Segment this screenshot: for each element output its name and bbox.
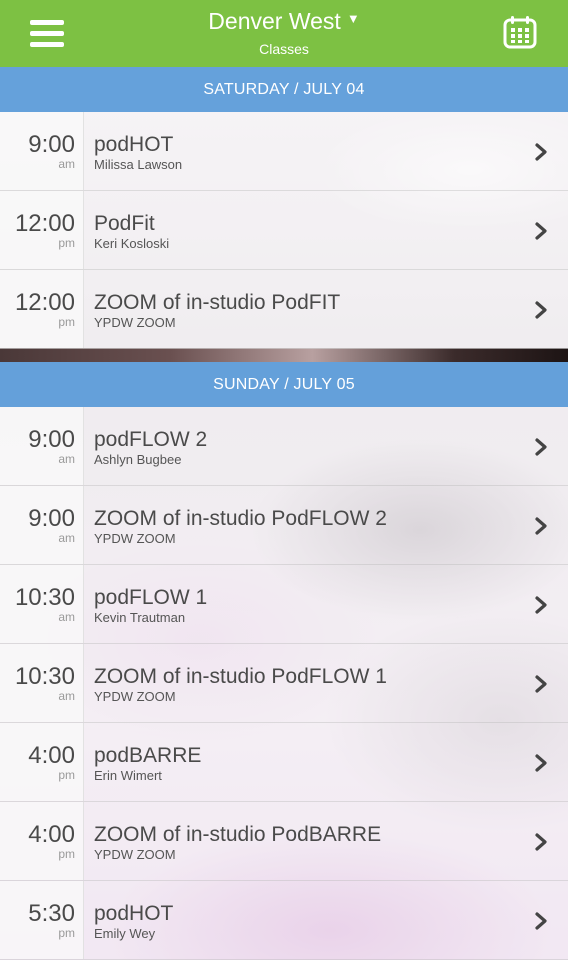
background-photo-strip — [0, 348, 568, 362]
class-time: 9:00 — [28, 426, 75, 453]
class-instructor: Emily Wey — [94, 926, 156, 941]
class-info: ZOOM of in-studio PodFLOW 1 YPDW ZOOM — [84, 644, 568, 722]
class-name: ZOOM of in-studio PodBARRE — [94, 823, 382, 846]
class-info: PodFit Keri Kosloski — [84, 191, 568, 269]
chevron-right-icon — [535, 833, 547, 851]
class-ampm: am — [58, 452, 75, 466]
class-time: 4:00 — [28, 821, 75, 848]
class-name: ZOOM of in-studio PodFLOW 1 — [94, 665, 387, 688]
class-row[interactable]: 10:30 am ZOOM of in-studio PodFLOW 1 YPD… — [0, 644, 568, 723]
class-instructor: Milissa Lawson — [94, 157, 183, 172]
time-column: 12:00 pm — [0, 270, 84, 348]
class-instructor: Ashlyn Bugbee — [94, 452, 182, 467]
location-selector[interactable]: Denver West ▼ — [0, 5, 568, 35]
class-instructor: Erin Wimert — [94, 768, 162, 783]
class-info: podFLOW 1 Kevin Trautman — [84, 565, 568, 643]
class-time: 10:30 — [14, 584, 75, 611]
class-row[interactable]: 9:00 am podHOT Milissa Lawson — [0, 112, 568, 191]
class-name: ZOOM of in-studio PodFIT — [94, 291, 341, 314]
time-column: 10:30 am — [0, 644, 84, 722]
class-time: 4:00 — [28, 742, 75, 769]
time-column: 4:00 pm — [0, 723, 84, 801]
class-name: ZOOM of in-studio PodFLOW 2 — [94, 507, 387, 530]
class-info: podFLOW 2 Ashlyn Bugbee — [84, 407, 568, 485]
class-instructor: Keri Kosloski — [94, 236, 170, 251]
class-ampm: pm — [58, 768, 75, 782]
time-column: 9:00 am — [0, 407, 84, 485]
class-info: ZOOM of in-studio PodFLOW 2 YPDW ZOOM — [84, 486, 568, 564]
class-ampm: am — [58, 610, 75, 624]
class-instructor: YPDW ZOOM — [94, 531, 176, 546]
class-info: ZOOM of in-studio PodFIT YPDW ZOOM — [84, 270, 568, 348]
class-time: 12:00 — [14, 289, 75, 316]
page-subtitle: Classes — [259, 41, 309, 57]
chevron-right-icon — [535, 596, 547, 614]
chevron-right-icon — [535, 754, 547, 772]
class-row[interactable]: 12:00 pm PodFit Keri Kosloski — [0, 191, 568, 270]
class-time: 5:30 — [28, 900, 75, 927]
class-instructor: YPDW ZOOM — [94, 847, 176, 862]
class-name: podBARRE — [94, 744, 202, 767]
class-ampm: am — [58, 689, 75, 703]
class-name: PodFit — [94, 212, 155, 235]
class-ampm: pm — [58, 315, 75, 329]
class-name: podFLOW 1 — [94, 586, 208, 609]
chevron-right-icon — [535, 912, 547, 930]
day-header-sunday: SUNDAY / JULY 05 — [0, 362, 568, 407]
time-column: 9:00 am — [0, 112, 84, 190]
class-ampm: pm — [58, 847, 75, 861]
class-list-saturday: 9:00 am podHOT Milissa Lawson 12:00 pm P… — [0, 112, 568, 349]
class-ampm: am — [58, 531, 75, 545]
class-row[interactable]: 4:00 pm podBARRE Erin Wimert — [0, 723, 568, 802]
class-info: ZOOM of in-studio PodBARRE YPDW ZOOM — [84, 802, 568, 880]
time-column: 12:00 pm — [0, 191, 84, 269]
class-time: 9:00 — [28, 505, 75, 532]
location-title: Denver West — [208, 8, 341, 34]
class-info: podHOT Milissa Lawson — [84, 112, 568, 190]
class-instructor: YPDW ZOOM — [94, 689, 176, 704]
class-name: podFLOW 2 — [94, 428, 208, 451]
class-row[interactable]: 9:00 am podFLOW 2 Ashlyn Bugbee — [0, 407, 568, 486]
class-name: podHOT — [94, 902, 174, 925]
time-column: 10:30 am — [0, 565, 84, 643]
chevron-right-icon — [535, 222, 547, 240]
day-header-saturday: SATURDAY / JULY 04 — [0, 67, 568, 112]
class-ampm: am — [58, 157, 75, 171]
chevron-right-icon — [535, 675, 547, 693]
chevron-right-icon — [535, 438, 547, 456]
class-ampm: pm — [58, 926, 75, 940]
class-instructor: YPDW ZOOM — [94, 315, 176, 330]
class-time: 12:00 — [14, 210, 75, 237]
class-info: podHOT Emily Wey — [84, 881, 568, 959]
time-column: 9:00 am — [0, 486, 84, 564]
chevron-right-icon — [535, 143, 547, 161]
class-row[interactable]: 12:00 pm ZOOM of in-studio PodFIT YPDW Z… — [0, 270, 568, 349]
class-instructor: Kevin Trautman — [94, 610, 186, 625]
app-header: Denver West ▼ Classes — [0, 0, 568, 67]
class-list-sunday: 9:00 am podFLOW 2 Ashlyn Bugbee 9:00 am … — [0, 407, 568, 960]
time-column: 5:30 pm — [0, 881, 84, 959]
chevron-right-icon — [535, 301, 547, 319]
class-info: podBARRE Erin Wimert — [84, 723, 568, 801]
class-row[interactable]: 5:30 pm podHOT Emily Wey — [0, 881, 568, 960]
chevron-right-icon — [535, 517, 547, 535]
class-name: podHOT — [94, 133, 174, 156]
class-row[interactable]: 9:00 am ZOOM of in-studio PodFLOW 2 YPDW… — [0, 486, 568, 565]
time-column: 4:00 pm — [0, 802, 84, 880]
caret-down-icon: ▼ — [346, 11, 360, 26]
class-row[interactable]: 10:30 am podFLOW 1 Kevin Trautman — [0, 565, 568, 644]
calendar-icon[interactable] — [502, 14, 538, 50]
class-time: 9:00 — [28, 131, 75, 158]
class-time: 10:30 — [14, 663, 75, 690]
class-ampm: pm — [58, 236, 75, 250]
class-row[interactable]: 4:00 pm ZOOM of in-studio PodBARRE YPDW … — [0, 802, 568, 881]
